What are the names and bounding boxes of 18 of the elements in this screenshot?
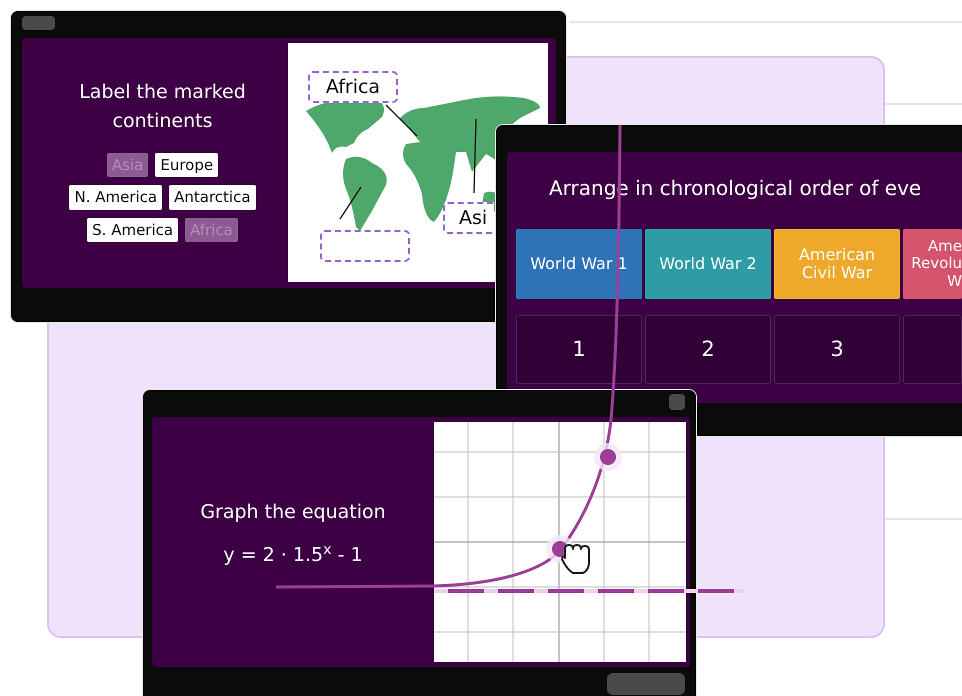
answer-chip[interactable]: S. America bbox=[87, 218, 178, 242]
leader-line bbox=[339, 186, 362, 220]
order-slot[interactable]: 3 bbox=[774, 315, 900, 384]
question-text: Label the marked continents bbox=[78, 80, 247, 134]
order-slot[interactable]: 2 bbox=[645, 315, 771, 384]
equation-text: y = 2 · 1.5$^{x}$ - 1 bbox=[223, 541, 363, 568]
question-text: Graph the equation bbox=[200, 500, 386, 525]
answer-chip[interactable]: Europe bbox=[155, 152, 218, 178]
leader-line bbox=[386, 104, 418, 136]
empty-drop-box[interactable] bbox=[320, 230, 410, 262]
label-drop-box[interactable]: Africa bbox=[308, 71, 398, 103]
event-card[interactable]: Ame Revolu W bbox=[903, 229, 962, 299]
label-drop-box[interactable]: Asi bbox=[443, 202, 494, 234]
answer-chip[interactable]: N. America bbox=[69, 185, 162, 210]
event-card[interactable]: World War 1 bbox=[516, 229, 642, 299]
answer-chip[interactable]: Antarctica bbox=[169, 185, 256, 210]
window-button[interactable] bbox=[669, 394, 685, 410]
order-slot[interactable]: 1 bbox=[516, 315, 642, 384]
